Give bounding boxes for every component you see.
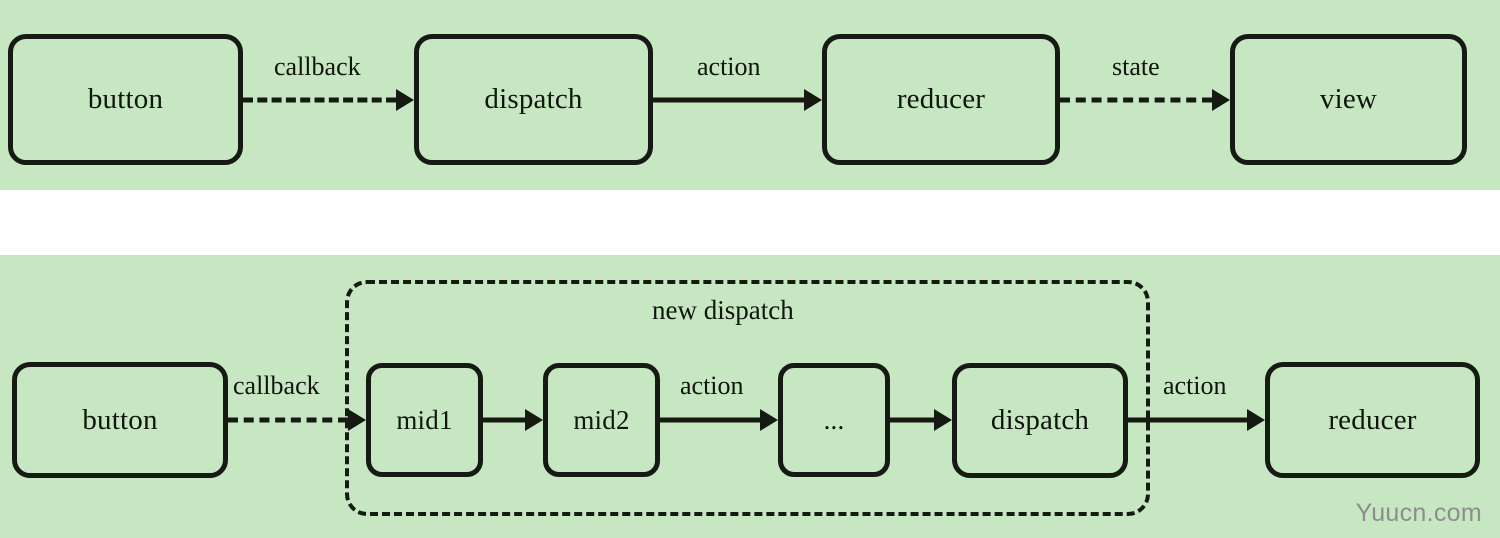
standard-flow-panel: button dispatch reducer view callback ac… xyxy=(0,0,1500,190)
edge-label-callback-bottom: callback xyxy=(233,371,320,400)
node-label: dispatch xyxy=(484,83,583,115)
node-dispatch-top[interactable]: dispatch xyxy=(414,34,653,165)
arrowhead-icon xyxy=(525,409,543,431)
node-button-bottom[interactable]: button xyxy=(12,362,228,478)
node-label: dispatch xyxy=(990,404,1090,436)
arrowhead-icon xyxy=(934,409,952,431)
node-dispatch-bottom[interactable]: dispatch xyxy=(952,363,1128,478)
node-label: mid1 xyxy=(396,404,453,435)
node-view-top[interactable]: view xyxy=(1230,34,1467,165)
arrowhead-icon xyxy=(348,409,366,431)
edge-line xyxy=(483,417,527,423)
node-label: view xyxy=(1319,83,1378,115)
node-ellipsis[interactable]: ... xyxy=(778,363,890,477)
edge-line xyxy=(890,417,936,423)
edge-line xyxy=(1060,97,1212,103)
middleware-flow-panel: new dispatch button mid1 mid2 ... dispat… xyxy=(0,255,1500,538)
node-label: reducer xyxy=(1328,403,1417,436)
edge-line xyxy=(228,417,348,423)
group-label-new-dispatch: new dispatch xyxy=(652,295,794,325)
node-label: button xyxy=(87,83,164,115)
edge-line xyxy=(243,97,396,103)
node-mid1[interactable]: mid1 xyxy=(366,363,483,477)
arrowhead-icon xyxy=(760,409,778,431)
edge-label-state: state xyxy=(1112,52,1160,81)
edge-label-callback: callback xyxy=(274,52,361,81)
node-reducer-bottom[interactable]: reducer xyxy=(1265,362,1480,478)
arrowhead-icon xyxy=(1247,409,1265,431)
edge-label-action: action xyxy=(697,52,761,81)
watermark: Yuucn.com xyxy=(1355,499,1482,527)
edge-line xyxy=(660,417,762,423)
node-button-top[interactable]: button xyxy=(8,34,243,165)
edge-label-action-reducer: action xyxy=(1163,371,1227,400)
node-label: button xyxy=(82,403,158,436)
arrowhead-icon xyxy=(1212,89,1230,111)
edge-line xyxy=(653,97,805,103)
edge-line xyxy=(1128,417,1248,423)
arrowhead-icon xyxy=(396,89,414,111)
edge-label-action-mid: action xyxy=(680,371,744,400)
arrowhead-icon xyxy=(804,89,822,111)
node-label: reducer xyxy=(896,83,986,115)
node-reducer-top[interactable]: reducer xyxy=(822,34,1060,165)
node-mid2[interactable]: mid2 xyxy=(543,363,660,477)
node-label: ... xyxy=(823,404,845,435)
node-label: mid2 xyxy=(573,404,630,435)
